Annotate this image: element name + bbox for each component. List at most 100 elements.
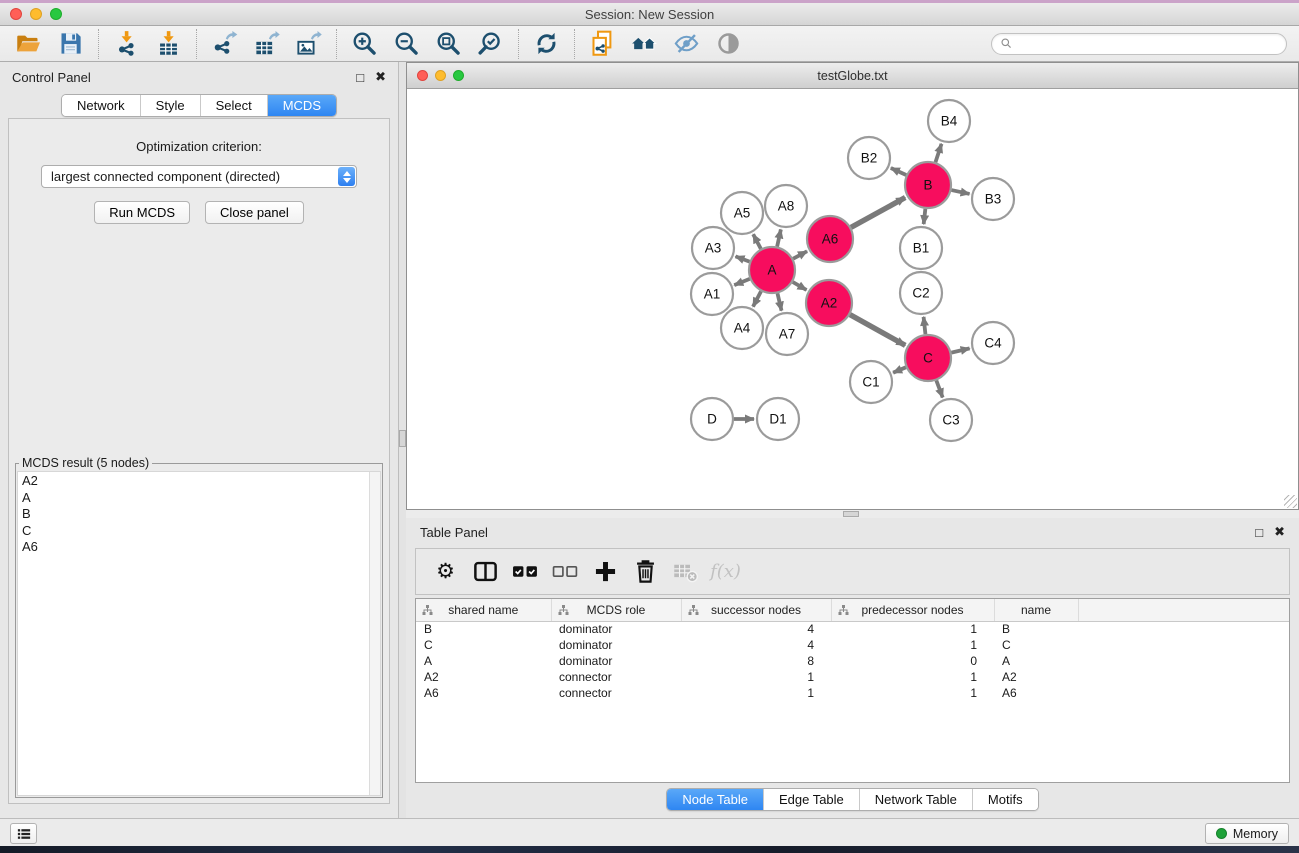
table-cell[interactable]: connector — [551, 669, 681, 685]
graph-node-A8[interactable]: A8 — [765, 185, 807, 227]
graph-node-B3[interactable]: B3 — [972, 178, 1014, 220]
column-header-successor-nodes[interactable]: successor nodes — [681, 599, 831, 621]
zoom-fit-icon[interactable] — [432, 28, 465, 59]
graph-node-B2[interactable]: B2 — [848, 137, 890, 179]
graph-edge-A-A1[interactable] — [734, 279, 749, 285]
table-cell[interactable]: A6 — [416, 685, 551, 701]
float-panel-icon[interactable]: □ — [356, 70, 364, 85]
graph-edge-B-B4[interactable] — [935, 144, 941, 162]
table-cell[interactable]: C — [416, 637, 551, 653]
graph-edge-A-A8[interactable] — [777, 229, 781, 246]
graph-node-A3[interactable]: A3 — [692, 227, 734, 269]
graph-node-A5[interactable]: A5 — [721, 192, 763, 234]
table-cell[interactable]: connector — [551, 685, 681, 701]
zoom-in-icon[interactable] — [348, 28, 381, 59]
optimization-criterion-select[interactable]: largest connected component (directed) — [41, 165, 357, 188]
table-cell[interactable]: 4 — [681, 637, 831, 653]
graph-node-C4[interactable]: C4 — [972, 322, 1014, 364]
graph-node-A4[interactable]: A4 — [721, 307, 763, 349]
graph-edge-A-A3[interactable] — [735, 256, 749, 261]
table-cell[interactable]: A2 — [994, 669, 1078, 685]
table-cell[interactable]: 8 — [681, 653, 831, 669]
graph-edge-C-C4[interactable] — [951, 348, 969, 352]
tab-style[interactable]: Style — [140, 95, 200, 116]
table-cell[interactable]: 1 — [831, 685, 994, 701]
search-input[interactable] — [1018, 37, 1278, 51]
close-panel-button[interactable]: Close panel — [205, 201, 304, 224]
vertical-split-grip[interactable] — [399, 430, 406, 447]
column-header-mcds-role[interactable]: MCDS role — [551, 599, 681, 621]
graph-edge-B-B3[interactable] — [951, 190, 969, 194]
export-table-icon[interactable] — [250, 28, 283, 59]
clone-network-icon[interactable] — [586, 28, 619, 59]
table-row[interactable]: Adominator80A — [416, 653, 1289, 669]
mcds-result-item[interactable]: C — [22, 523, 380, 540]
open-session-icon[interactable] — [12, 28, 45, 59]
zoom-out-icon[interactable] — [390, 28, 423, 59]
tab-mcds[interactable]: MCDS — [267, 95, 336, 116]
table-cell[interactable]: 1 — [681, 669, 831, 685]
graph-edge-C-C3[interactable] — [936, 381, 942, 398]
graph-node-C2[interactable]: C2 — [900, 272, 942, 314]
graph-node-A[interactable]: A — [749, 247, 795, 293]
table-row[interactable]: Bdominator41B — [416, 621, 1289, 637]
table-cell[interactable]: C — [994, 637, 1078, 653]
graph-node-C[interactable]: C — [905, 335, 951, 381]
column-header-name[interactable]: name — [994, 599, 1078, 621]
log-console-button[interactable] — [10, 823, 37, 844]
graph-node-B[interactable]: B — [905, 162, 951, 208]
import-network-icon[interactable] — [110, 28, 143, 59]
graph-edge-B-B1[interactable] — [924, 209, 926, 224]
mcds-result-item[interactable]: B — [22, 506, 380, 523]
tab-network-table[interactable]: Network Table — [859, 789, 972, 810]
network-canvas[interactable]: B4B2BB3A8A5A6A3B1AA1C2A2A4A7C4CC1DD1C3 — [407, 89, 1298, 509]
graph-edge-A-A5[interactable] — [753, 234, 761, 249]
table-cell[interactable]: A2 — [416, 669, 551, 685]
table-cell[interactable]: dominator — [551, 637, 681, 653]
import-table-icon[interactable] — [152, 28, 185, 59]
first-neighbors-icon[interactable] — [628, 28, 661, 59]
table-cell[interactable]: dominator — [551, 653, 681, 669]
float-table-panel-icon[interactable]: □ — [1255, 525, 1263, 540]
graph-node-A2[interactable]: A2 — [806, 280, 852, 326]
memory-button[interactable]: Memory — [1205, 823, 1289, 844]
refresh-view-icon[interactable] — [530, 28, 563, 59]
table-cell[interactable]: dominator — [551, 621, 681, 637]
table-cell[interactable]: B — [994, 621, 1078, 637]
add-column-icon[interactable] — [589, 556, 622, 587]
graph-node-D[interactable]: D — [691, 398, 733, 440]
graph-edge-A-A6[interactable] — [793, 251, 807, 258]
graph-edge-A6-B[interactable] — [851, 198, 905, 228]
run-mcds-button[interactable]: Run MCDS — [94, 201, 190, 224]
network-window-titlebar[interactable]: testGlobe.txt — [407, 63, 1298, 89]
show-graphics-icon[interactable] — [712, 28, 745, 59]
graph-node-A7[interactable]: A7 — [766, 313, 808, 355]
table-cell[interactable]: 1 — [831, 621, 994, 637]
tab-network[interactable]: Network — [62, 95, 140, 116]
graph-node-A6[interactable]: A6 — [807, 216, 853, 262]
table-cell[interactable]: A6 — [994, 685, 1078, 701]
mcds-result-item[interactable]: A6 — [22, 539, 380, 556]
graph-edge-A2-C[interactable] — [850, 315, 905, 346]
deselect-all-icon[interactable] — [549, 556, 582, 587]
graph-node-B4[interactable]: B4 — [928, 100, 970, 142]
graph-node-B1[interactable]: B1 — [900, 227, 942, 269]
tab-node-table[interactable]: Node Table — [667, 789, 763, 810]
table-cell[interactable]: 1 — [681, 685, 831, 701]
graph-node-C1[interactable]: C1 — [850, 361, 892, 403]
horizontal-split-grip[interactable] — [843, 511, 859, 517]
graph-edge-A-A7[interactable] — [777, 293, 781, 310]
table-cell[interactable]: 1 — [831, 669, 994, 685]
mcds-result-item[interactable]: A2 — [22, 473, 380, 490]
delete-column-icon[interactable] — [629, 556, 662, 587]
column-view-icon[interactable] — [469, 556, 502, 587]
table-cell[interactable]: 0 — [831, 653, 994, 669]
graph-edge-A-A4[interactable] — [753, 291, 761, 306]
zoom-selected-icon[interactable] — [474, 28, 507, 59]
tab-motifs[interactable]: Motifs — [972, 789, 1038, 810]
table-cell[interactable]: A — [994, 653, 1078, 669]
gear-icon[interactable]: ⚙ — [429, 556, 462, 587]
select-all-icon[interactable] — [509, 556, 542, 587]
tab-select[interactable]: Select — [200, 95, 267, 116]
graph-edge-C-C2[interactable] — [924, 317, 926, 334]
